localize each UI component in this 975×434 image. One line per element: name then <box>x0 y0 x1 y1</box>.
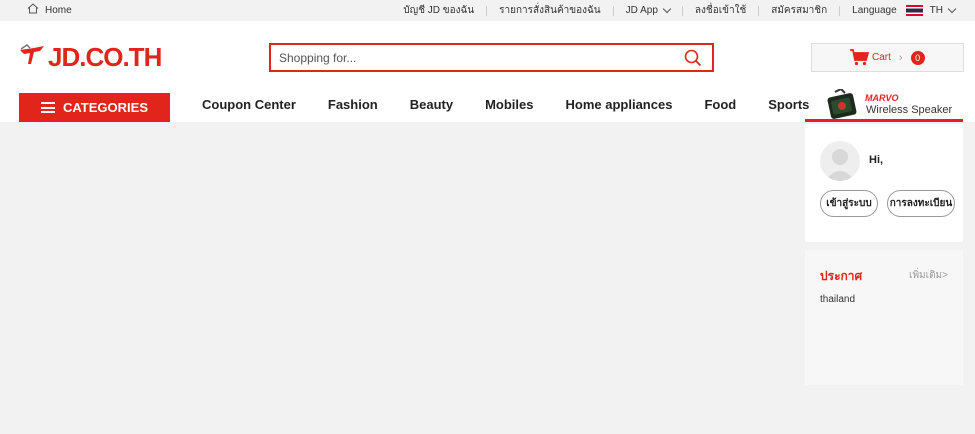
nav-item-fashion[interactable]: Fashion <box>328 97 378 112</box>
my-orders-link[interactable]: รายการสั่งสินค้าของฉัน <box>499 3 601 18</box>
announcement-more-link[interactable]: เพิ่มเติม> <box>909 268 948 283</box>
nav-item-coupon-center[interactable]: Coupon Center <box>202 97 296 112</box>
home-link[interactable]: Home <box>27 3 72 17</box>
search-box <box>269 43 714 72</box>
language-selector[interactable]: TH <box>905 4 957 16</box>
cart-count-badge: 0 <box>910 50 925 65</box>
sign-in-link[interactable]: ลงชื่อเข้าใช้ <box>695 3 746 18</box>
greeting-text: Hi, <box>869 154 884 166</box>
search-input[interactable] <box>271 45 671 70</box>
nav-item-beauty[interactable]: Beauty <box>410 97 453 112</box>
speaker-product-image <box>825 87 859 124</box>
login-button[interactable]: เข้าสู่ระบบ <box>820 190 878 217</box>
jd-dog-logo-icon <box>18 44 46 71</box>
my-account-link[interactable]: บัญชี JD ของฉัน <box>403 3 474 18</box>
main-nav: Coupon Center Fashion Beauty Mobiles Hom… <box>202 97 841 112</box>
promo-banner[interactable]: MARVO Wireless Speaker <box>805 87 963 122</box>
nav-item-food[interactable]: Food <box>704 97 736 112</box>
panel-divider <box>805 242 963 250</box>
home-label: Home <box>45 4 72 16</box>
user-panel: Hi, เข้าสู่ระบบ การลงทะเบียน ประกาศ เพิ่… <box>805 124 963 385</box>
announcement-title: ประกาศ <box>820 269 863 283</box>
nav-item-sports[interactable]: Sports <box>768 97 809 112</box>
promo-brand-logo: MARVO <box>865 93 899 103</box>
site-header: JD.CO.TH Cart › 0 CATEGORIES Coupon Cent… <box>0 21 975 122</box>
logo-text: JD.CO.TH <box>48 42 162 72</box>
chevron-right-icon: › <box>898 51 903 64</box>
top-utility-bar: Home บัญชี JD ของฉัน รายการสั่งสินค้าของ… <box>0 0 975 21</box>
chevron-down-icon <box>662 4 672 13</box>
home-icon <box>27 3 39 17</box>
promo-title: Wireless Speaker <box>866 104 953 116</box>
shopping-cart-icon <box>850 49 870 69</box>
jd-app-link[interactable]: JD App <box>625 4 672 16</box>
divider <box>681 5 683 16</box>
top-links: บัญชี JD ของฉัน รายการสั่งสินค้าของฉัน J… <box>403 3 957 18</box>
thai-flag-icon <box>905 5 923 16</box>
announcement-item[interactable]: thailand <box>820 294 855 305</box>
nav-item-mobiles[interactable]: Mobiles <box>485 97 533 112</box>
jd-app-label: JD App <box>625 5 658 16</box>
site-logo[interactable]: JD.CO.TH <box>18 42 162 73</box>
cart-button[interactable]: Cart › 0 <box>811 43 964 72</box>
chevron-down-icon <box>947 4 957 13</box>
categories-button[interactable]: CATEGORIES <box>19 93 170 122</box>
divider <box>486 5 488 16</box>
avatar <box>820 141 860 181</box>
divider <box>758 5 760 16</box>
cart-label: Cart <box>872 52 891 63</box>
nav-item-home-appliances[interactable]: Home appliances <box>566 97 673 112</box>
search-icon[interactable] <box>684 49 702 72</box>
register-link[interactable]: สมัครสมาชิก <box>771 3 827 18</box>
divider <box>612 5 614 16</box>
language-label: Language <box>852 5 897 16</box>
menu-icon <box>41 102 55 113</box>
categories-label: CATEGORIES <box>63 100 148 115</box>
language-code: TH <box>929 5 943 16</box>
divider <box>839 5 841 16</box>
register-button[interactable]: การลงทะเบียน <box>887 190 955 217</box>
